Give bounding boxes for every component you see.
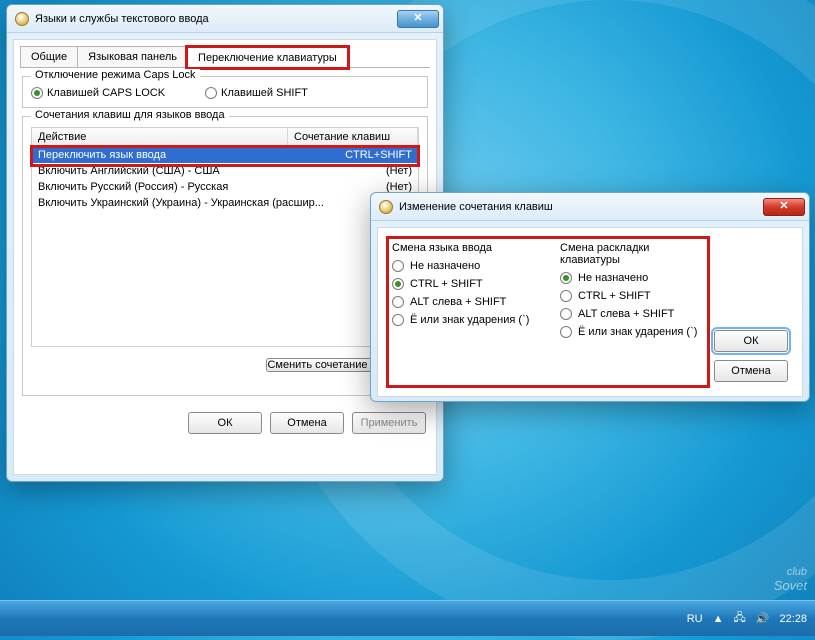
ok-button[interactable]: ОК [714,330,788,352]
options-columns: Смена языка ввода Не назначено CTRL + SH… [382,232,714,354]
radio-dot-icon [31,87,43,99]
layout-column: Смена раскладки клавиатуры Не назначено … [560,242,704,344]
radio-right-2[interactable]: ALT слева + SHIFT [560,308,704,320]
dialog-title: Изменение сочетания клавиш [399,201,553,213]
cancel-button[interactable]: Отмена [714,360,788,382]
system-tray[interactable]: RU ▲ 🖧 🔊 22:28 [687,609,807,628]
cancel-button[interactable]: Отмена [270,412,344,434]
radio-right-3[interactable]: Ё или знак ударения (`) [560,326,704,338]
table-row[interactable]: Включить Русский (Россия) - Русская (Нет… [32,179,418,195]
titlebar[interactable]: Языки и службы текстового ввода ✕ [7,5,443,33]
radio-dot-icon [560,326,572,338]
hotkeys-group: Сочетания клавиш для языков ввода Действ… [22,116,428,396]
radio-left-0[interactable]: Не назначено [392,260,536,272]
tray-network-icon[interactable]: 🖧 [734,609,746,628]
radio-right-0[interactable]: Не назначено [560,272,704,284]
radio-dot-icon [392,260,404,272]
radio-dot-icon [560,290,572,302]
radio-dot-icon [392,314,404,326]
apply-button[interactable]: Применить [352,412,426,434]
radio-left-3[interactable]: Ё или знак ударения (`) [392,314,536,326]
app-icon [15,12,29,26]
tab-language-bar[interactable]: Языковая панель [77,46,188,67]
hotkeys-table-header: Действие Сочетание клавиш [31,127,419,147]
col-combo: Сочетание клавиш [288,128,418,146]
tray-sound-icon[interactable]: 🔊 [756,612,770,625]
input-lang-column: Смена языка ввода Не назначено CTRL + SH… [392,242,536,344]
radio-left-1[interactable]: CTRL + SHIFT [392,278,536,290]
watermark: club Sovet [774,559,807,592]
radio-dot-icon [205,87,217,99]
caps-lock-legend: Отключение режима Caps Lock [31,69,200,81]
hotkeys-table-body[interactable]: Переключить язык ввода CTRL+SHIFT Включи… [31,147,419,347]
table-row[interactable]: Включить Украинский (Украина) - Украинск… [32,195,418,211]
caps-lock-group: Отключение режима Caps Lock Клавишей CAP… [22,76,428,108]
radio-shift-key[interactable]: Клавишей SHIFT [205,87,308,99]
tab-keyboard-switch[interactable]: Переключение клавиатуры [187,47,348,68]
radio-dot-icon [560,308,572,320]
close-button[interactable]: ✕ [763,198,805,216]
lang-indicator[interactable]: RU [687,613,703,625]
col-action: Действие [32,128,288,146]
dialog-side-buttons: ОК Отмена [714,232,798,392]
hotkeys-legend: Сочетания клавиш для языков ввода [31,109,229,121]
tab-general[interactable]: Общие [20,46,78,67]
tray-flag-icon[interactable]: ▲ [713,613,724,625]
input-lang-label: Смена языка ввода [392,242,536,254]
taskbar[interactable]: RU ▲ 🖧 🔊 22:28 [0,600,815,636]
titlebar[interactable]: Изменение сочетания клавиш ✕ [371,193,809,221]
radio-dot-icon [392,296,404,308]
app-icon [379,200,393,214]
change-hotkey-dialog: Изменение сочетания клавиш ✕ Смена языка… [370,192,810,402]
window-title: Языки и службы текстового ввода [35,13,209,25]
tab-strip: Общие Языковая панель Переключение клави… [20,46,430,68]
radio-left-2[interactable]: ALT слева + SHIFT [392,296,536,308]
table-row[interactable]: Переключить язык ввода CTRL+SHIFT [32,147,418,163]
layout-label: Смена раскладки клавиатуры [560,242,704,266]
table-row[interactable]: Включить Английский (США) - США (Нет) [32,163,418,179]
radio-dot-icon [392,278,404,290]
radio-right-1[interactable]: CTRL + SHIFT [560,290,704,302]
dialog-button-bar: ОК Отмена Применить [20,404,430,442]
close-button[interactable]: ✕ [397,10,439,28]
clock[interactable]: 22:28 [779,613,807,625]
radio-dot-icon [560,272,572,284]
ok-button[interactable]: ОК [188,412,262,434]
radio-caps-lock-key[interactable]: Клавишей CAPS LOCK [31,87,165,99]
